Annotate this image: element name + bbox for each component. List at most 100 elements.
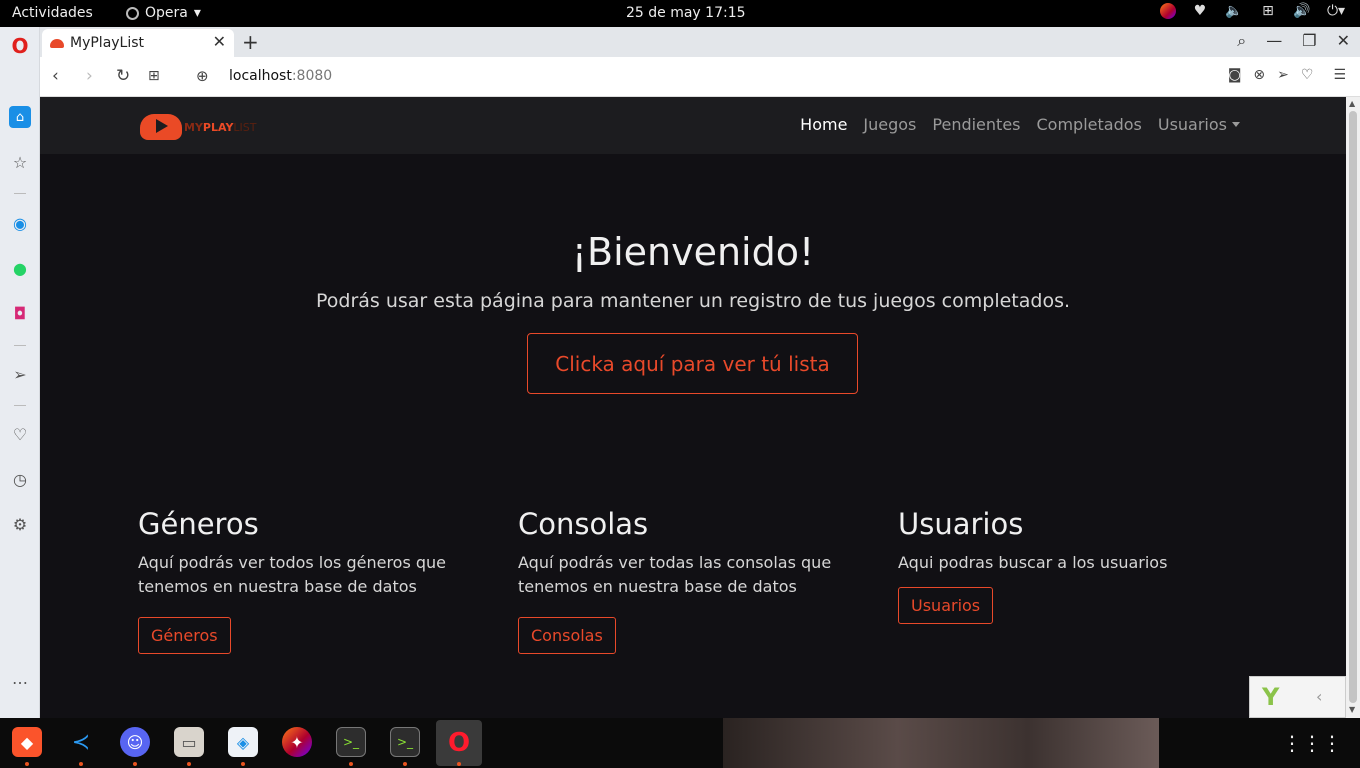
system-top-bar: Actividades Opera ▾ 25 de may 17:15 ♥ 🔈 ⊞…: [0, 0, 1360, 27]
address-tools: ◙ ⊗ ➢ ♡ ☰: [1228, 67, 1346, 83]
brave-icon[interactable]: ◆: [12, 727, 42, 757]
yii-logo-icon: Y: [1262, 683, 1280, 711]
divider: [14, 345, 26, 346]
home-icon[interactable]: ⌂: [9, 106, 31, 128]
section-usuarios: Usuarios Aqui podras buscar a los usuari…: [898, 507, 1238, 624]
power-icon[interactable]: ⏻▾: [1326, 3, 1346, 19]
section-text: Aqui podras buscar a los usuarios: [898, 553, 1168, 572]
settings-gear-icon[interactable]: ⚙: [9, 513, 31, 535]
opera-icon: [126, 6, 139, 20]
globe-icon[interactable]: ⊕: [196, 67, 209, 85]
address-bar: ‹ › ↻ ⊞ ⊕ localhost:8080 ◙ ⊗ ➢ ♡ ☰: [40, 57, 1360, 97]
running-indicator: [79, 762, 83, 766]
site-navbar: MY PLAY LIST Home Juegos Pendientes Comp…: [40, 97, 1346, 154]
shield-tray-icon[interactable]: ♥: [1190, 3, 1210, 19]
running-indicator: [403, 762, 407, 766]
logo-play-icon: [140, 114, 182, 140]
running-indicator: [133, 762, 137, 766]
activities-button[interactable]: Actividades: [12, 5, 93, 21]
vertical-scrollbar[interactable]: ▲ ▼: [1346, 97, 1360, 718]
section-text: Aquí podrás ver todos los géneros que te…: [138, 553, 447, 596]
section-text: Aquí podrás ver todas las consolas que t…: [518, 553, 832, 596]
section-consolas: Consolas Aquí podrás ver todas las conso…: [518, 507, 858, 654]
nav-home[interactable]: Home: [800, 115, 847, 134]
terminal-icon[interactable]: >_: [336, 727, 366, 757]
opera-icon[interactable]: O: [436, 720, 482, 766]
instagram-icon[interactable]: ◘: [9, 302, 31, 324]
show-apps-icon[interactable]: ⋮⋮⋮: [1282, 731, 1342, 755]
section-title: Usuarios: [898, 507, 1024, 541]
consolas-button[interactable]: Consolas: [518, 617, 616, 654]
files-icon[interactable]: ▭: [174, 727, 204, 757]
firefox-tray-icon[interactable]: [1160, 3, 1176, 19]
whatsapp-icon[interactable]: ●: [9, 257, 31, 279]
site-menu: Home Juegos Pendientes Completados Usuar…: [800, 115, 1240, 134]
reload-icon[interactable]: ↻: [116, 66, 130, 86]
nav-pendientes[interactable]: Pendientes: [932, 115, 1020, 134]
hero-subtitle: Podrás usar esta página para mantener un…: [315, 290, 1071, 312]
running-indicator: [187, 762, 191, 766]
generos-button[interactable]: Géneros: [138, 617, 231, 654]
forward-icon[interactable]: ›: [86, 66, 93, 86]
window-controls: ⌕ — ❐ ✕: [1237, 31, 1350, 51]
camera-icon[interactable]: ◙: [1228, 67, 1242, 83]
new-tab-icon[interactable]: +: [242, 30, 259, 54]
section-title: Géneros: [138, 507, 259, 541]
back-icon[interactable]: ‹: [52, 66, 59, 86]
history-icon[interactable]: ◷: [9, 468, 31, 490]
easy-setup-icon[interactable]: ☰: [1333, 67, 1346, 83]
nav-juegos[interactable]: Juegos: [863, 115, 916, 134]
star-icon[interactable]: ☆: [9, 151, 31, 173]
software-store-icon[interactable]: ◈: [228, 727, 258, 757]
logo-text-play: PLAY: [202, 120, 234, 134]
heart-icon[interactable]: ♡: [9, 423, 31, 445]
usuarios-button[interactable]: Usuarios: [898, 587, 994, 624]
site-logo[interactable]: MY PLAY LIST: [140, 114, 257, 140]
clock[interactable]: 25 de may 17:15: [626, 5, 746, 21]
tab-title: MyPlayList: [70, 35, 145, 51]
app-menu-label: Opera: [145, 5, 188, 21]
send-icon[interactable]: ➢: [1277, 67, 1289, 83]
speaker-low-icon[interactable]: 🔈: [1224, 3, 1244, 19]
maximize-icon[interactable]: ❐: [1302, 31, 1316, 51]
terminal-icon[interactable]: >_: [390, 727, 420, 757]
app-menu[interactable]: Opera ▾: [126, 5, 201, 21]
search-tabs-icon[interactable]: ⌕: [1237, 31, 1246, 51]
tabs-grid-icon[interactable]: ⊞: [148, 68, 160, 84]
url-field[interactable]: localhost:8080: [229, 68, 332, 84]
vscode-icon[interactable]: ≺: [66, 727, 96, 757]
view-list-button[interactable]: Clicka aquí para ver tú lista: [527, 333, 858, 394]
heart-icon[interactable]: ♡: [1301, 67, 1314, 83]
section-title: Consolas: [518, 507, 649, 541]
firefox-icon[interactable]: ✦: [282, 727, 312, 757]
opera-menu-icon[interactable]: O: [9, 34, 31, 58]
nav-completados[interactable]: Completados: [1037, 115, 1142, 134]
send-icon[interactable]: ➢: [9, 363, 31, 385]
hero-title: ¡Bienvenido!: [571, 230, 815, 274]
scroll-down-icon[interactable]: ▼: [1349, 705, 1355, 714]
adblock-icon[interactable]: ⊗: [1253, 67, 1265, 83]
divider: [14, 405, 26, 406]
close-tab-icon[interactable]: ✕: [213, 32, 226, 51]
minimize-icon[interactable]: —: [1266, 31, 1282, 51]
nav-usuarios-dropdown[interactable]: Usuarios: [1158, 115, 1240, 134]
taskbar-dock: ◆ ≺ ☺ ▭ ◈ ✦ >_ >_ O ⋮⋮⋮: [0, 718, 1360, 768]
chevron-left-icon[interactable]: ‹: [1316, 687, 1322, 706]
volume-icon[interactable]: 🔊: [1292, 3, 1312, 19]
tab-myplaylist[interactable]: MyPlayList ✕: [42, 29, 234, 57]
wallpaper-strip: [723, 718, 1159, 768]
network-icon[interactable]: ⊞: [1258, 3, 1278, 19]
chevron-down-icon: ▾: [193, 5, 201, 21]
url-port: :8080: [291, 68, 333, 84]
scroll-up-icon[interactable]: ▲: [1349, 99, 1355, 108]
discord-icon[interactable]: ☺: [120, 727, 150, 757]
more-icon[interactable]: …: [9, 667, 31, 689]
debug-toolbar[interactable]: Y ‹: [1249, 676, 1346, 718]
logo-text-list: LIST: [233, 120, 257, 134]
scrollbar-thumb[interactable]: [1349, 111, 1357, 703]
running-indicator: [457, 762, 461, 766]
opera-sidebar: O ⌂ ☆ ◉ ● ◘ ➢ ♡ ◷ ⚙ …: [0, 27, 40, 718]
close-window-icon[interactable]: ✕: [1337, 31, 1350, 51]
web-page: MY PLAY LIST Home Juegos Pendientes Comp…: [40, 97, 1346, 718]
messenger-icon[interactable]: ◉: [9, 212, 31, 234]
